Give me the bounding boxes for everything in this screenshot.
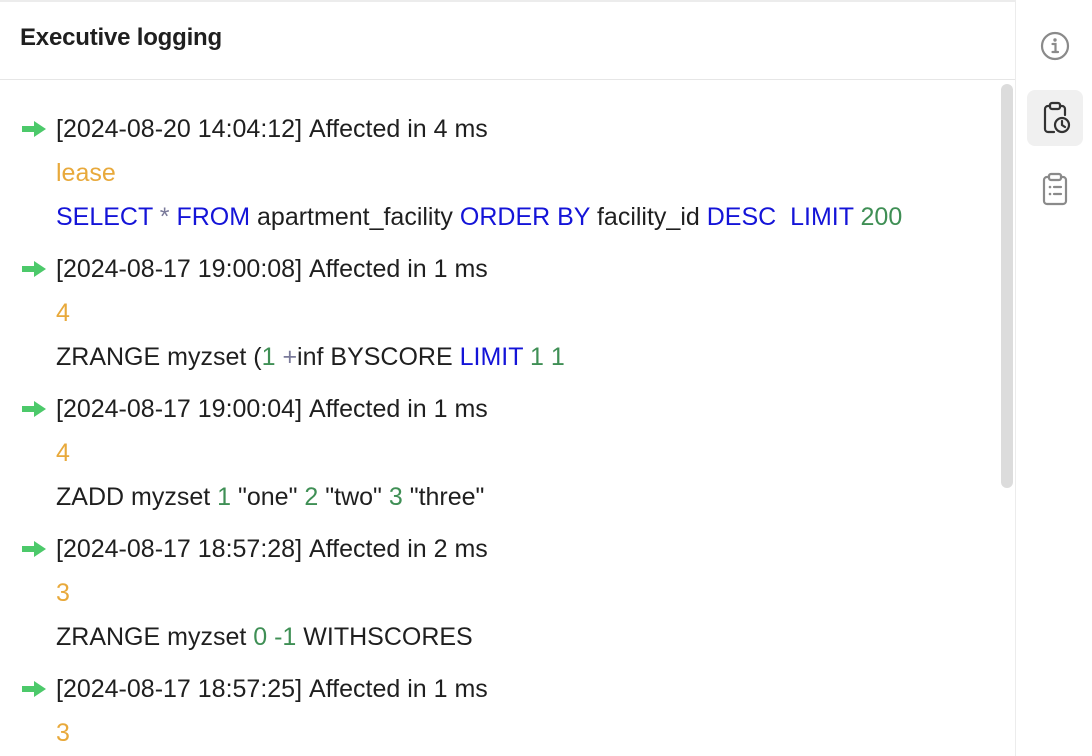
- log-affected: Affected in 1 ms: [309, 254, 488, 283]
- command-token: DESC: [706, 203, 777, 231]
- command-token: 1: [217, 483, 232, 511]
- arrow-right-icon: [22, 121, 46, 137]
- log-timestamp: [2024-08-20 14:04:12]: [56, 114, 303, 143]
- command-token: facility_id: [590, 203, 707, 231]
- log-timestamp: [2024-08-17 19:00:04]: [56, 394, 303, 423]
- command-token: SELECT: [56, 203, 153, 231]
- log-timestamp: [2024-08-17 18:57:25]: [56, 674, 303, 703]
- command-token: ZRANGE myzset: [56, 623, 254, 651]
- log-entry-header: [2024-08-20 14:04:12] Affected in 4 ms: [20, 114, 488, 144]
- panel-header: Executive logging: [0, 2, 1015, 80]
- info-icon: [1040, 31, 1070, 61]
- log-result: 4: [56, 439, 70, 467]
- log-command[interactable]: ZRANGE myzset 0 -1 WITHSCORES: [56, 622, 473, 652]
- command-token: WITHSCORES: [296, 623, 473, 651]
- command-token: ORDER BY: [459, 203, 591, 231]
- arrow-right-icon: [22, 261, 46, 277]
- log-panel: Executive logging [2024-08-20 14:04:12] …: [0, 0, 1015, 756]
- command-token: [544, 343, 551, 371]
- log-command[interactable]: SELECT * FROM apartment_facility ORDER B…: [56, 202, 902, 232]
- command-token: *: [159, 203, 170, 231]
- log-result: 3: [56, 719, 70, 747]
- clipboard-list-icon: [1042, 172, 1068, 206]
- command-token: 2: [304, 483, 319, 511]
- command-token: -1: [274, 623, 297, 651]
- arrow-right-icon: [22, 401, 46, 417]
- command-token: FROM: [176, 203, 251, 231]
- log-result: 3: [56, 579, 70, 607]
- log-affected: Affected in 2 ms: [309, 534, 488, 563]
- log-command[interactable]: ZADD myzset 1 "one" 2 "two" 3 "three": [56, 482, 484, 512]
- arrow-right-icon: [22, 681, 46, 697]
- command-token: ZRANGE myzset (: [56, 343, 262, 371]
- command-token: "three": [402, 483, 485, 511]
- command-token: ZADD myzset: [56, 483, 218, 511]
- command-token: "two": [318, 483, 389, 511]
- log-timestamp: [2024-08-17 18:57:28]: [56, 534, 303, 563]
- clipboard-history-icon: [1043, 101, 1071, 134]
- command-token: [776, 203, 790, 231]
- clipboard-list-button[interactable]: [1027, 161, 1083, 217]
- command-token: 0: [253, 623, 268, 651]
- log-result: lease: [56, 159, 116, 187]
- command-token: [854, 203, 861, 231]
- log-entry-header: [2024-08-17 19:00:04] Affected in 1 ms: [20, 394, 488, 424]
- arrow-right-icon: [22, 541, 46, 557]
- log-affected: Affected in 1 ms: [309, 674, 488, 703]
- command-token: +: [282, 343, 298, 371]
- command-token: apartment_facility: [250, 203, 460, 231]
- info-button[interactable]: [1027, 18, 1083, 74]
- command-token: 1: [530, 343, 544, 371]
- command-token: "one": [231, 483, 305, 511]
- history-button[interactable]: [1027, 90, 1083, 146]
- log-entry-header: [2024-08-17 18:57:25] Affected in 1 ms: [20, 674, 488, 704]
- log-list[interactable]: [2024-08-20 14:04:12] Affected in 4 ms l…: [0, 81, 998, 756]
- log-affected: Affected in 1 ms: [309, 394, 488, 423]
- app-window: Executive logging [2024-08-20 14:04:12] …: [0, 0, 1092, 756]
- command-token: [523, 343, 530, 371]
- log-result: 4: [56, 299, 70, 327]
- right-sidebar: [1015, 0, 1092, 756]
- log-affected: Affected in 4 ms: [309, 114, 488, 143]
- command-token: [153, 203, 160, 231]
- log-entry-header: [2024-08-17 18:57:28] Affected in 2 ms: [20, 534, 488, 564]
- scrollbar-thumb[interactable]: [1001, 84, 1013, 488]
- log-entry-header: [2024-08-17 19:00:08] Affected in 1 ms: [20, 254, 488, 284]
- command-token: 1: [261, 343, 276, 371]
- command-token: LIMIT: [790, 203, 854, 231]
- log-timestamp: [2024-08-17 19:00:08]: [56, 254, 303, 283]
- page-title: Executive logging: [20, 24, 222, 51]
- command-token: 3: [388, 483, 403, 511]
- command-token: 200: [860, 203, 903, 231]
- command-token: 1: [550, 343, 565, 371]
- log-command[interactable]: ZRANGE myzset (1 +inf BYSCORE LIMIT 1 1: [56, 342, 565, 372]
- command-token: LIMIT: [459, 343, 524, 371]
- command-token: inf BYSCORE: [297, 343, 460, 371]
